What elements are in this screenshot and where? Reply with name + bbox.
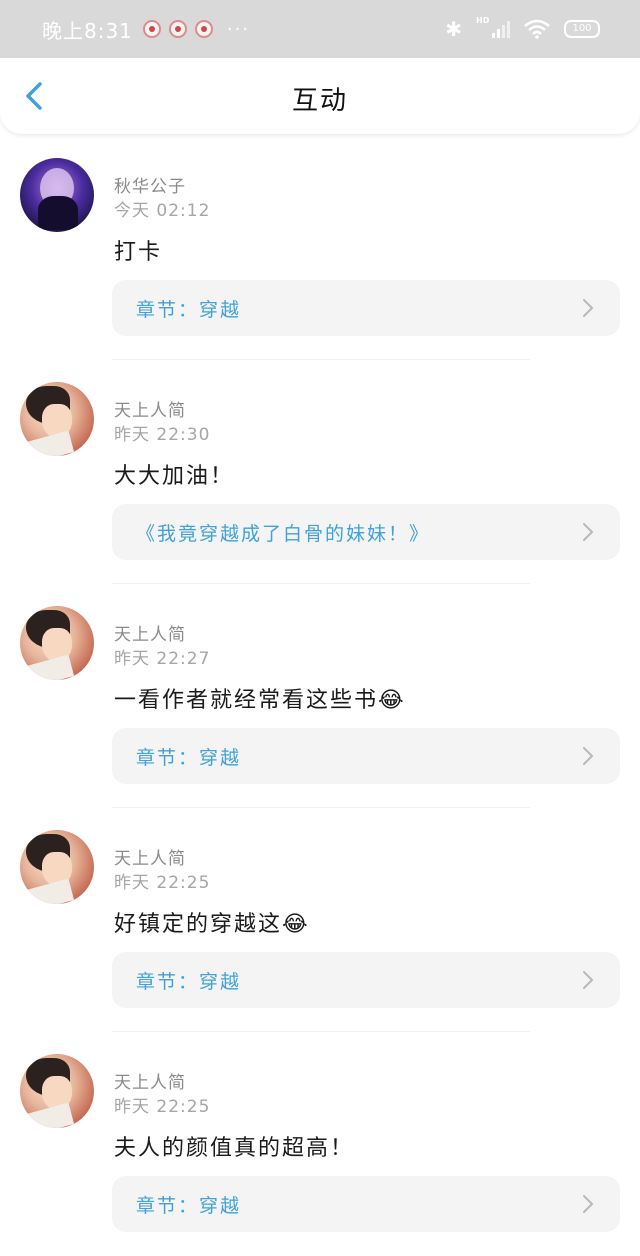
chevron-right-icon <box>583 1195 594 1213</box>
comment-timestamp: 今天 02:12 <box>114 201 211 221</box>
comment-text: 夫人的颜值真的超高！ <box>114 1136 355 1161</box>
reference-label: 章节：穿越 <box>136 299 242 321</box>
chevron-right-icon <box>583 747 594 765</box>
notification-icon <box>142 20 161 38</box>
page-title: 互动 <box>291 86 348 116</box>
comment-item: 秋华公子 今天 02:12 打卡 章节：穿越 <box>0 136 640 360</box>
reference-card[interactable]: 章节：穿越 <box>112 728 620 784</box>
more-notifications: ··· <box>226 18 251 40</box>
comment-item: 天上人简 昨天 22:30 大大加油！ 《我竟穿越成了白骨的妹妹！》 <box>0 360 640 584</box>
status-bar: 晚上8:31 ··· ✱ HD 100 <box>0 0 640 58</box>
battery-icon: 100 <box>564 20 600 38</box>
signal-hd-label: HD <box>476 16 490 25</box>
reference-card[interactable]: 章节：穿越 <box>112 952 620 1008</box>
comment-item: 天上人简 昨天 22:25 夫人的颜值真的超高！ 章节：穿越 <box>0 1032 640 1256</box>
comment-item: 天上人简 昨天 22:25 好镇定的穿越这😂 章节：穿越 <box>0 808 640 1032</box>
comment-username[interactable]: 天上人简 <box>114 620 186 645</box>
chevron-right-icon <box>583 523 594 541</box>
avatar[interactable] <box>20 606 94 680</box>
signal-icon: HD <box>476 16 510 38</box>
comment-item: 天上人简 昨天 22:27 一看作者就经常看这些书😂 章节：穿越 <box>0 584 640 808</box>
app-header: 互动 <box>0 58 640 134</box>
status-time: 晚上8:31 <box>42 18 133 43</box>
reference-label: 章节：穿越 <box>136 971 242 993</box>
comment-text: 大大加油！ <box>114 464 235 489</box>
comment-text: 一看作者就经常看这些书😂 <box>114 688 406 713</box>
comment-username[interactable]: 天上人简 <box>114 1068 186 1093</box>
comment-timestamp: 昨天 22:27 <box>114 649 211 669</box>
wifi-icon <box>524 19 550 39</box>
comment-feed[interactable]: 秋华公子 今天 02:12 打卡 章节：穿越 天上人简 昨天 22:30 大大加… <box>0 136 640 1256</box>
reference-label: 章节：穿越 <box>136 747 242 769</box>
reference-label: 章节：穿越 <box>136 1195 242 1217</box>
comment-timestamp: 昨天 22:30 <box>114 425 211 445</box>
chevron-right-icon <box>583 299 594 317</box>
comment-username[interactable]: 秋华公子 <box>114 172 186 197</box>
notification-icon <box>194 20 213 38</box>
bluetooth-icon: ✱ <box>445 17 462 41</box>
comment-username[interactable]: 天上人简 <box>114 844 186 869</box>
avatar[interactable] <box>20 830 94 904</box>
reference-card[interactable]: 章节：穿越 <box>112 1176 620 1232</box>
notification-icon <box>168 20 187 38</box>
comment-timestamp: 昨天 22:25 <box>114 873 211 893</box>
comment-text: 好镇定的穿越这😂 <box>114 912 310 937</box>
avatar[interactable] <box>20 382 94 456</box>
notification-icons <box>142 20 213 38</box>
comment-username[interactable]: 天上人简 <box>114 396 186 421</box>
reference-card[interactable]: 《我竟穿越成了白骨的妹妹！》 <box>112 504 620 560</box>
avatar[interactable] <box>20 1054 94 1128</box>
reference-card[interactable]: 章节：穿越 <box>112 280 620 336</box>
reference-label: 《我竟穿越成了白骨的妹妹！》 <box>136 523 431 545</box>
avatar[interactable] <box>20 158 94 232</box>
comment-text: 打卡 <box>114 240 163 265</box>
status-indicators: ✱ HD 100 <box>445 16 600 41</box>
chevron-right-icon <box>583 971 594 989</box>
comment-timestamp: 昨天 22:25 <box>114 1097 211 1117</box>
